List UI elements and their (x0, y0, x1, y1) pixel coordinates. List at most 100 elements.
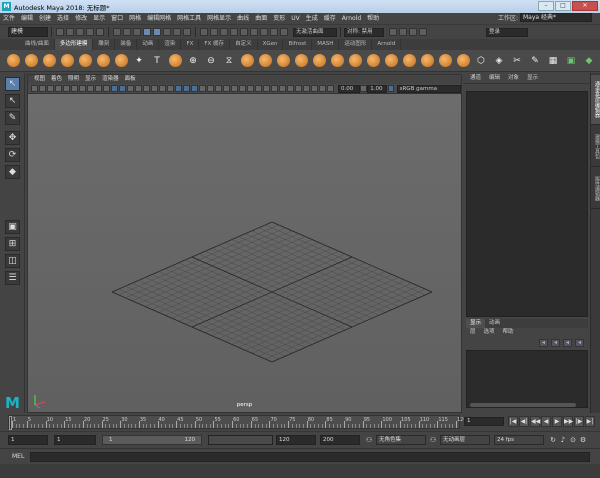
paint-select-tool-icon[interactable]: ✎ (5, 111, 20, 125)
menu-item[interactable]: 编辑 (18, 13, 36, 24)
uv-editor-icon[interactable]: ⬡ (473, 53, 489, 69)
go-to-end-button[interactable]: ▶| (585, 416, 595, 427)
workspace-dropdown[interactable]: Maya 经典* (520, 13, 592, 22)
separate-icon[interactable]: ⊖ (203, 53, 219, 69)
range-slider-track[interactable] (208, 435, 273, 445)
anim-layer-dropdown[interactable]: 无动画层 (440, 435, 490, 445)
viewport-toolbar-icon[interactable] (190, 85, 198, 92)
channel-box-menu-item[interactable]: 显示 (523, 73, 542, 84)
menu-item[interactable]: 曲线 (234, 13, 252, 24)
new-layer-icon[interactable]: ◂ (563, 339, 572, 347)
shelf-tab[interactable]: 装备 (115, 39, 138, 50)
sew-uv-icon[interactable]: ✎ (527, 53, 543, 69)
viewport-toolbar-icon[interactable] (310, 85, 318, 92)
viewport-toolbar-icon[interactable] (78, 85, 86, 92)
cone-icon[interactable] (60, 54, 74, 67)
viewport-toolbar-icon[interactable] (30, 85, 38, 92)
shelf-tab[interactable]: Arnold (372, 39, 402, 50)
color-management-icon[interactable] (387, 85, 395, 92)
tab-channel-box[interactable]: 通道盒/层编辑器 (591, 75, 600, 125)
boolean-icon[interactable] (438, 54, 452, 67)
snap-toggle-icon[interactable] (210, 28, 218, 36)
modeling-toolkit-icon[interactable]: ◆ (581, 53, 597, 69)
menu-item[interactable]: 曲面 (252, 13, 270, 24)
character-set-dropdown[interactable]: 无角色集 (376, 435, 426, 445)
snap-toggle-icon[interactable] (260, 28, 268, 36)
step-back-frame-button[interactable]: ◀◀ (530, 416, 540, 427)
viewport-panel[interactable]: 视图 着色 照明 显示 渲染器 面板 0.00 1.00 sRGB gamma persp (27, 74, 462, 413)
viewport-toolbar-icon[interactable] (46, 85, 54, 92)
viewport-toolbar-icon[interactable] (278, 85, 286, 92)
shelf-tab[interactable]: XGen (258, 39, 284, 50)
cut-uv-icon[interactable]: ✂ (509, 53, 525, 69)
viewport-toolbar-icon[interactable] (270, 85, 278, 92)
viewport-toolbar-icon[interactable] (94, 85, 102, 92)
menu-item[interactable]: 帮助 (364, 13, 382, 24)
menu-item[interactable]: 文件 (0, 13, 18, 24)
channel-box-menu-item[interactable]: 编辑 (485, 73, 504, 84)
viewport-toolbar-icon[interactable] (254, 85, 262, 92)
viewport-toolbar-icon[interactable] (302, 85, 310, 92)
move-layer-down-icon[interactable]: ◂ (551, 339, 560, 347)
viewport-toolbar-icon[interactable] (142, 85, 150, 92)
menu-item[interactable]: UV (288, 13, 303, 24)
gamma-icon[interactable] (360, 85, 367, 92)
move-layer-up-icon[interactable]: ◂ (539, 339, 548, 347)
file-action-icon[interactable] (56, 28, 64, 36)
viewport-toolbar-icon[interactable] (198, 85, 206, 92)
channel-box-menu-item[interactable]: 通道 (466, 73, 485, 84)
layer-menu-item[interactable]: 选项 (480, 328, 499, 337)
loop-icon[interactable]: ↻ (548, 435, 558, 445)
torus-icon[interactable] (78, 54, 92, 67)
tab-modeling-toolkit[interactable]: 建模工具包 (591, 127, 600, 167)
layer-tab[interactable]: 动画 (485, 319, 504, 328)
exposure-field[interactable]: 0.00 (338, 84, 360, 93)
selection-mask-icon[interactable] (163, 28, 171, 36)
grid-snap-icon[interactable]: ▣ (563, 53, 579, 69)
smooth-icon[interactable] (366, 54, 380, 67)
select-tool-icon[interactable]: ↖ (5, 77, 20, 91)
unfold-icon[interactable] (456, 54, 470, 67)
two-panel-layout-icon[interactable]: ◫ (5, 254, 20, 268)
shelf-tab[interactable]: 自定义 (230, 39, 258, 50)
snap-toggle-icon[interactable] (240, 28, 248, 36)
audio-icon[interactable]: ♪ (558, 435, 568, 445)
go-to-start-button[interactable]: |◀ (508, 416, 518, 427)
anim-start-field[interactable]: 1 (54, 435, 96, 445)
menu-item[interactable]: 网格 (126, 13, 144, 24)
viewport-toolbar-icon[interactable] (214, 85, 222, 92)
mel-label[interactable]: MEL (12, 453, 24, 460)
fps-dropdown[interactable]: 24 fps (494, 435, 544, 445)
current-frame-field[interactable]: 1 (464, 417, 504, 426)
viewport-toolbar-icon[interactable] (110, 85, 118, 92)
menu-item[interactable]: 窗口 (108, 13, 126, 24)
planar-map-icon[interactable]: ◈ (491, 53, 507, 69)
menu-set-dropdown[interactable]: 建模 (8, 27, 48, 37)
text-icon[interactable]: T (149, 53, 165, 69)
disc-icon[interactable] (114, 54, 128, 67)
target-weld-icon[interactable] (312, 54, 326, 67)
viewport-toolbar-icon[interactable] (222, 85, 230, 92)
selection-mask-icon[interactable] (113, 28, 121, 36)
shelf-tab[interactable]: FX 缓存 (199, 39, 231, 50)
viewport-toolbar-icon[interactable] (262, 85, 270, 92)
file-action-icon[interactable] (86, 28, 94, 36)
anim-end-field[interactable]: 120 (276, 435, 316, 445)
snap-toggle-icon[interactable] (270, 28, 278, 36)
viewport-toolbar-icon[interactable] (86, 85, 94, 92)
shelf-tab[interactable]: FX (181, 39, 200, 50)
lasso-tool-icon[interactable]: ↖ (5, 94, 20, 108)
snap-toggle-icon[interactable] (230, 28, 238, 36)
snap-toggle-icon[interactable] (280, 28, 288, 36)
layer-scrollbar[interactable] (470, 403, 576, 407)
viewport-toolbar-icon[interactable] (182, 85, 190, 92)
gamma-field[interactable]: 1.00 (367, 84, 388, 93)
viewport-toolbar-icon[interactable] (126, 85, 134, 92)
viewport-toolbar-icon[interactable] (326, 85, 334, 92)
viewport-toolbar-icon[interactable] (70, 85, 78, 92)
scene-end-field[interactable]: 200 (320, 435, 360, 445)
viewport-canvas[interactable]: persp (28, 94, 461, 412)
viewport-toolbar-icon[interactable] (166, 85, 174, 92)
viewport-menu-item[interactable]: 着色 (48, 75, 65, 84)
viewport-toolbar-icon[interactable] (230, 85, 238, 92)
